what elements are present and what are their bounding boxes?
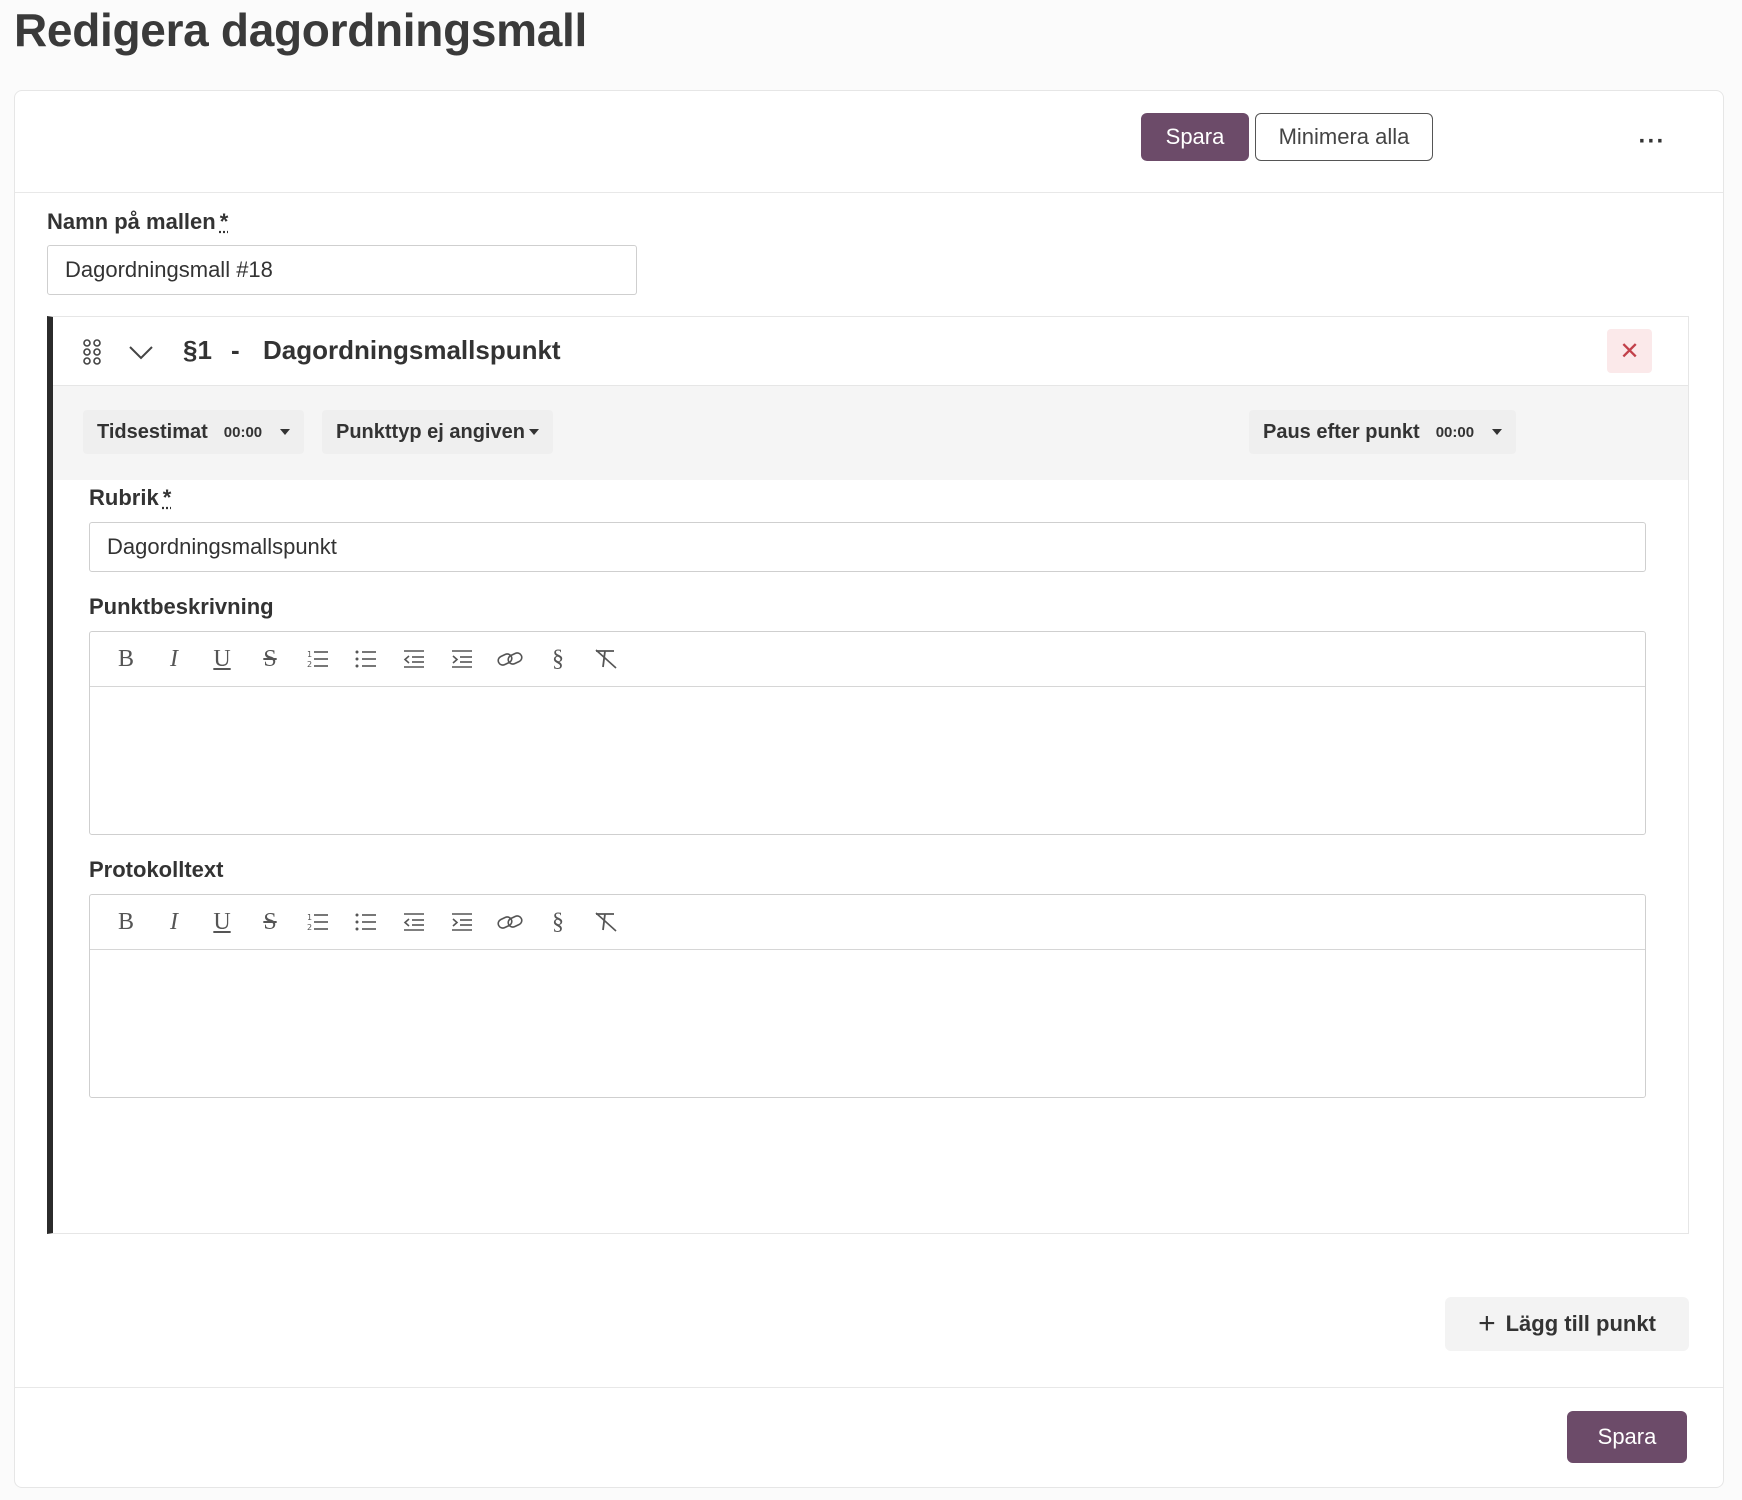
pause-after-value: 00:00 [1435,423,1475,441]
section-icon[interactable]: § [534,639,582,679]
ordered-list-icon[interactable]: 12 [294,902,342,942]
template-name-label-text: Namn på mallen [47,209,216,234]
add-point-label: Lägg till punkt [1505,1311,1656,1336]
bullet-list-icon[interactable] [342,902,390,942]
card-footer-divider [15,1387,1723,1388]
agenda-item: §1 - Dagordningsmallspunkt ✕ Tidsestimat… [47,316,1689,1234]
protocol-editor: B I U S 12 § [89,894,1646,1098]
minimize-all-button[interactable]: Minimera alla [1255,113,1433,161]
indent-icon[interactable] [438,902,486,942]
template-card: Spara Minimera alla ··· Namn på mallen * … [14,90,1724,1488]
description-editor-body[interactable] [90,687,1645,834]
link-icon[interactable] [486,902,534,942]
svg-text:1: 1 [307,913,312,922]
point-type-dropdown[interactable]: Punkttyp ej angiven [322,410,553,454]
clear-format-icon[interactable] [582,902,630,942]
section-icon[interactable]: § [534,902,582,942]
svg-text:2: 2 [307,923,312,932]
svg-text:2: 2 [307,660,312,669]
caret-down-icon [528,429,539,435]
agenda-item-separator: - [231,335,240,365]
page-title: Redigera dagordningsmall [14,4,588,56]
drag-handle-icon[interactable] [83,339,103,365]
agenda-item-meta-row: Tidsestimat 00:00 Punkttyp ej angiven Pa… [53,386,1688,480]
caret-down-icon [1492,429,1503,435]
time-estimate-value: 00:00 [223,423,263,441]
strikethrough-icon[interactable]: S [246,639,294,679]
svg-text:1: 1 [307,650,312,659]
template-name-label: Namn på mallen * [47,209,228,235]
agenda-item-number: §1 [183,335,212,365]
outdent-icon[interactable] [390,639,438,679]
heading-input[interactable]: Dagordningsmallspunkt [89,522,1646,572]
bold-icon[interactable]: B [102,902,150,942]
italic-icon[interactable]: I [150,902,198,942]
description-label: Punktbeskrivning [89,594,274,619]
time-estimate-dropdown[interactable]: Tidsestimat 00:00 [83,410,305,454]
pause-after-dropdown[interactable]: Paus efter punkt 00:00 [1249,410,1517,454]
description-editor-toolbar: B I U S 12 § [90,632,1645,687]
description-editor: B I U S 12 § [89,631,1646,835]
outdent-icon[interactable] [390,902,438,942]
template-name-input[interactable]: Dagordningsmall #18 [47,245,637,295]
more-options-icon[interactable]: ··· [1627,119,1677,165]
underline-icon[interactable]: U [198,639,246,679]
protocol-editor-body[interactable] [90,950,1645,1097]
required-mark: * [219,209,229,234]
strikethrough-icon[interactable]: S [246,902,294,942]
ordered-list-icon[interactable]: 12 [294,639,342,679]
save-button-top[interactable]: Spara [1141,113,1249,161]
add-point-button[interactable]: + Lägg till punkt [1445,1297,1689,1351]
bold-icon[interactable]: B [102,639,150,679]
caret-down-icon [280,429,291,435]
time-estimate-label: Tidsestimat [97,420,208,443]
bullet-list-icon[interactable] [342,639,390,679]
protocol-editor-toolbar: B I U S 12 § [90,895,1645,950]
heading-label-text: Rubrik [89,485,159,510]
link-icon[interactable] [486,639,534,679]
underline-icon[interactable]: U [198,902,246,942]
protocol-label: Protokolltext [89,857,224,882]
required-mark: * [162,485,172,510]
clear-format-icon[interactable] [582,639,630,679]
plus-icon: + [1478,1307,1496,1340]
chevron-down-icon[interactable] [128,345,154,361]
remove-item-close-icon[interactable]: ✕ [1607,329,1652,373]
agenda-item-title: Dagordningsmallspunkt [263,335,561,365]
indent-icon[interactable] [438,639,486,679]
italic-icon[interactable]: I [150,639,198,679]
point-type-label: Punkttyp ej angiven [336,420,525,443]
heading-label: Rubrik * [89,485,171,511]
card-header: Spara Minimera alla ··· [15,91,1723,193]
pause-after-label: Paus efter punkt [1263,420,1420,443]
agenda-item-header: §1 - Dagordningsmallspunkt ✕ [53,317,1688,386]
save-button-bottom[interactable]: Spara [1567,1411,1687,1463]
